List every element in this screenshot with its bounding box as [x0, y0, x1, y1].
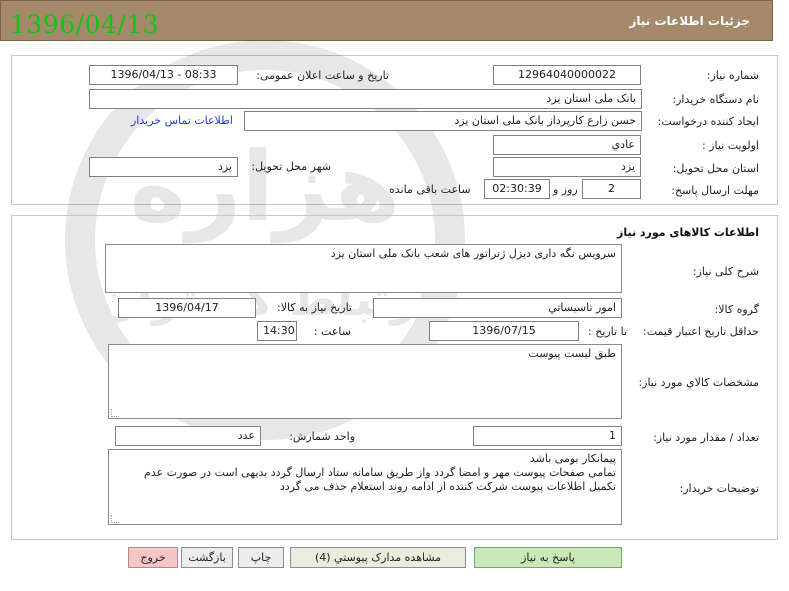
delivery-city-field: یزد: [89, 157, 238, 177]
quantity-field: 1: [473, 426, 622, 446]
need-description-field: سرویس نگه داری دیزل ژنراتور های شعب بانک…: [105, 244, 622, 293]
announce-date-field: 1396/04/13 - 08:33: [89, 65, 238, 85]
need-date-label: تاریخ نیاز به کالا:: [277, 301, 352, 314]
delivery-city-label: شهر محل تحویل:: [251, 160, 331, 173]
buyer-notes-line-1: پیمانکار بومی باشد: [529, 452, 616, 465]
goods-spec-label: مشخصات کالاي مورد نیاز:: [638, 376, 759, 389]
days-unit-label: روز و: [553, 183, 578, 196]
requester-field: حسن زارع کارپرداز بانک ملی استان یزد: [244, 111, 642, 131]
goods-spec-text: طبق لیست پیوست: [528, 347, 616, 360]
window-title: جزئیات اطلاعات نیاز: [629, 14, 750, 28]
buyer-notes-label: توضیحات خریدار:: [679, 482, 760, 495]
need-number-field: 12964040000022: [493, 65, 641, 85]
buyer-notes-line-2: تمامی صفحات پیوست مهر و امضا گردد واز طر…: [144, 466, 616, 479]
goods-group-label: گروه کالا:: [714, 303, 759, 316]
stamp-date: 1396/04/13: [10, 10, 160, 39]
view-attachments-button[interactable]: مشاهده مدارک پیوستي (4): [290, 547, 466, 568]
resize-grip-icon[interactable]: [111, 515, 119, 523]
resize-grip-icon[interactable]: [111, 409, 119, 417]
reply-to-need-button[interactable]: پاسخ به نیاز: [474, 547, 622, 568]
validity-date-field: 1396/07/15: [429, 321, 579, 341]
buyer-notes-field[interactable]: پیمانکار بومی باشد تمامی صفحات پیوست مهر…: [108, 449, 622, 525]
need-description-label: شرح کلی نیاز:: [692, 265, 759, 278]
validity-time-label: ساعت :: [313, 325, 351, 338]
requester-label: ایجاد کننده درخواست:: [657, 115, 759, 128]
announce-date-label: تاریخ و ساعت اعلان عمومی:: [256, 69, 389, 82]
to-date-label: تا تاریخ :: [588, 325, 627, 338]
validity-time-field: 14:30: [257, 321, 297, 341]
goods-group-field: امور تاسیساتي: [373, 298, 622, 318]
min-price-validity-label: حداقل تاریخ اعتبار قیمت:: [643, 325, 759, 338]
unit-field: عدد: [115, 426, 261, 446]
remaining-days-field: 2: [582, 179, 641, 199]
need-description-text: سرویس نگه داری دیزل ژنراتور های شعب بانک…: [330, 247, 616, 260]
unit-label: واحد شمارش:: [289, 430, 355, 443]
remaining-time-field: 02:30:39: [484, 179, 550, 199]
priority-label: اولویت نیاز :: [701, 139, 759, 152]
back-button[interactable]: بازگشت: [181, 547, 233, 568]
quantity-label: تعداد / مقدار مورد نیاز:: [653, 431, 759, 444]
goods-spec-field[interactable]: طبق لیست پیوست: [108, 344, 622, 419]
priority-field: عادي: [493, 135, 641, 155]
need-date-field: 1396/04/17: [118, 298, 256, 318]
goods-section-title: اطلاعات کالاهای مورد نیاز: [617, 226, 759, 239]
need-number-label: شماره نیاز:: [706, 69, 759, 82]
print-button[interactable]: چاپ: [238, 547, 284, 568]
buyer-name-label: نام دستگاه خریدار:: [672, 93, 759, 106]
delivery-province-field: یزد: [493, 157, 641, 177]
buyer-notes-line-3: تکمیل اطلاعات پیوست شرکت کننده از ادامه …: [279, 480, 616, 493]
delivery-province-label: استان محل تحویل:: [672, 162, 759, 175]
exit-button[interactable]: خروج: [128, 547, 178, 568]
buyer-name-field: بانک ملی استان یزد: [89, 89, 642, 109]
buyer-contact-link[interactable]: اطلاعات تماس خریدار: [131, 114, 233, 127]
reply-deadline-label: مهلت ارسال پاسخ:: [671, 184, 759, 197]
remaining-hours-label: ساعت باقی مانده: [389, 183, 471, 196]
